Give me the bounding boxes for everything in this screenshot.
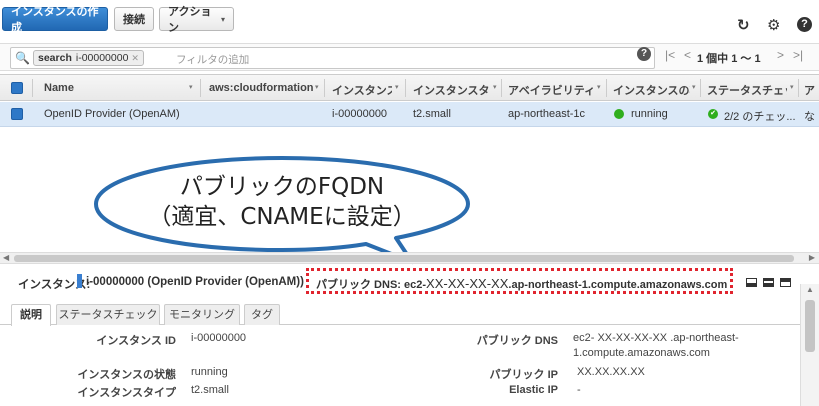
column-header-status-check[interactable]: ステータスチェック [707,82,787,98]
filter-placeholder: フィルタの追加 [176,54,250,66]
column-divider [324,79,325,97]
field-key-instance-type: インスタンスタイプ [77,387,176,399]
last-page-icon[interactable]: >| [793,48,803,62]
column-header-az[interactable]: アベイラビリティーゾーン [508,82,594,98]
row-checkbox[interactable] [11,108,23,120]
cell-status-check: 2/2 のチェッ... [724,111,796,123]
chevron-down-icon[interactable]: ▾ [189,83,193,91]
filter-chip-key: search [38,52,72,64]
field-value-public-ip: XX.XX.XX.XX [577,366,645,378]
panel-bottom-icon[interactable] [746,278,757,287]
chevron-down-icon[interactable]: ▾ [597,83,601,91]
panel-split-icon[interactable] [763,278,774,287]
chevron-down-icon: ▾ [220,14,225,24]
next-page-icon[interactable]: > [777,48,784,62]
field-key-elastic-ip: Elastic IP [509,384,558,396]
cell-az: ap-northeast-1c [508,108,586,120]
field-key-instance-id: インスタンス ID [96,335,176,347]
column-header-instance-type[interactable]: インスタンスタイプ [413,82,490,98]
field-key-public-dns: パブリック DNS [476,335,558,347]
close-icon[interactable]: ✕ [131,53,139,64]
column-header-name[interactable]: Name [44,82,184,94]
callout-line-2: （適宜、CNAMEに設定） [148,204,416,230]
cell-instance-type: t2.small [413,108,451,120]
tab-monitoring[interactable]: モニタリング [164,304,240,325]
column-divider [501,79,502,97]
column-divider [32,79,33,97]
column-header-state[interactable]: インスタンスの状態 [613,82,690,98]
tab-description[interactable]: 説明 [11,304,51,326]
instance-color-marker [77,274,82,288]
column-divider [606,79,607,97]
filter-chip-value: i-00000000 [75,52,129,64]
vertical-scrollbar[interactable]: ▲ [800,284,819,406]
actions-button[interactable]: アクション ▾ [159,6,234,34]
column-header-more[interactable]: ア [804,82,818,98]
refresh-icon[interactable]: ↻ [737,16,750,34]
scrollbar-thumb[interactable] [805,300,815,352]
panel-top-icon[interactable] [780,278,791,287]
cell-state: running [631,108,668,120]
chevron-down-icon[interactable]: ▾ [493,83,497,91]
search-help-icon[interactable]: ? [637,47,651,61]
field-value-instance-id: i-00000000 [191,332,247,344]
column-header-cfn[interactable]: aws:cloudformation:s [209,82,313,94]
chevron-down-icon[interactable]: ▾ [692,83,696,91]
chevron-down-icon[interactable]: ▾ [395,83,399,91]
public-dns-label: パブリック DNS: [316,279,401,291]
check-icon: ✔ [708,109,718,119]
column-header-instance-id[interactable]: インスタンス ID [332,82,392,98]
callout-text: パブリックのFQDN （適宜、CNAMEに設定） [96,172,468,232]
horizontal-scrollbar[interactable]: ◀ ▶ [0,252,819,264]
help-icon[interactable]: ? [797,17,812,32]
create-instance-label: インスタンスの作成 [11,6,99,34]
field-value-instance-state: running [191,366,228,378]
dns-prefix: ec2- [404,279,427,291]
cell-more: な [804,111,815,123]
field-value-instance-type: t2.small [191,384,229,396]
scrollbar-thumb[interactable] [14,255,794,262]
instance-value: i-00000000 (OpenID Provider (OpenAM)) [86,276,304,288]
column-divider [200,79,201,97]
column-divider [405,79,406,97]
column-divider [798,79,799,97]
table-row[interactable]: OpenID Provider (OpenAM) i-00000000 t2.s… [0,102,819,127]
public-dns-header: パブリック DNS: ec2-XX-XX-XX-XX.ap-northeast-… [316,276,727,292]
actions-label: アクション [168,6,212,34]
dns-suffix: .ap-northeast-1.compute.amazonaws.com [508,279,728,291]
detail-header: インスタンス: i-00000000 (OpenID Provider (Ope… [0,266,819,298]
callout-line-1: パブリックのFQDN [179,174,385,200]
running-status-icon [614,109,624,119]
table-header: Name ▾ aws:cloudformation:s ▾ インスタンス ID … [0,74,819,101]
scroll-right-icon[interactable]: ▶ [809,253,815,262]
chevron-down-icon[interactable]: ▾ [790,83,794,91]
field-value-elastic-ip: - [577,384,581,396]
search-icon: 🔍 [15,51,30,65]
gear-icon[interactable]: ⚙ [767,16,780,34]
field-key-instance-state: インスタンスの状態 [77,369,176,381]
filter-chip[interactable]: search i-00000000 ✕ [33,50,144,66]
cell-name: OpenID Provider (OpenAM) [44,108,180,120]
scroll-left-icon[interactable]: ◀ [3,253,9,262]
chevron-down-icon[interactable]: ▾ [315,83,319,91]
field-value-public-dns-1: ec2- XX-XX-XX-XX .ap-northeast- [573,332,739,344]
create-instance-button[interactable]: インスタンスの作成 [2,6,108,34]
column-divider [700,79,701,97]
detail-tabs: 説明 ステータスチェック モニタリング タグ [0,300,800,326]
field-key-public-ip: パブリック IP [489,369,558,381]
connect-label: 接続 [123,14,145,26]
pagination-text: 1 個中 1 ～ 1 [697,53,761,65]
search-input[interactable]: 🔍 search i-00000000 ✕ フィルタの追加 [10,47,655,69]
select-all-checkbox[interactable] [11,82,23,94]
dns-masked-ip: XX-XX-XX-XX [426,276,509,291]
prev-page-icon[interactable]: < [684,48,691,62]
tab-tags[interactable]: タグ [244,304,280,325]
tab-status-check[interactable]: ステータスチェック [56,304,160,325]
scroll-up-icon[interactable]: ▲ [806,285,814,294]
cell-instance-id: i-00000000 [332,108,388,120]
toolbar: インスタンスの作成 接続 アクション ▾ ↻ ⚙ ? [0,0,819,40]
field-value-public-dns-2: 1.compute.amazonaws.com [573,347,710,359]
first-page-icon[interactable]: |< [665,48,675,62]
connect-button[interactable]: 接続 [114,7,154,31]
